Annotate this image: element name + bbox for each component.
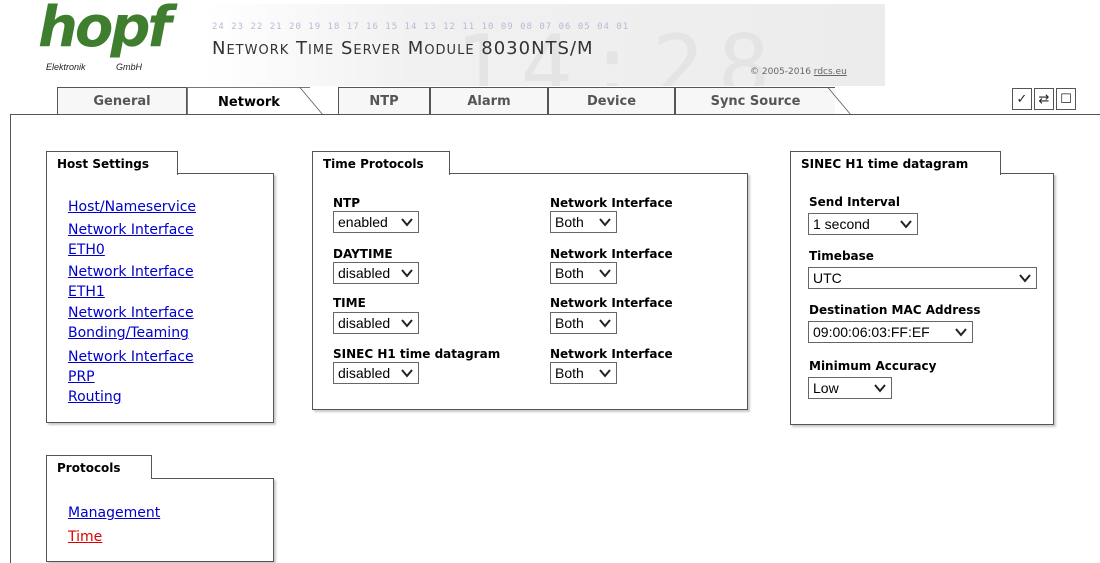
timebase-label: Timebase bbox=[809, 249, 874, 263]
header-number-row: 24 23 22 21 20 19 18 17 16 15 14 13 12 1… bbox=[212, 22, 630, 32]
chevron-down-icon bbox=[599, 218, 611, 227]
ntp-interface-label: Network Interface bbox=[550, 196, 673, 210]
save-icon[interactable]: ☐ bbox=[1056, 88, 1076, 110]
link-network-interface-bonding[interactable]: Network Interface Bonding/Teaming bbox=[68, 303, 194, 343]
sinec-interface-select[interactable]: Both bbox=[550, 362, 617, 384]
time-select[interactable]: disabled bbox=[333, 312, 419, 334]
time-interface-select[interactable]: Both bbox=[550, 312, 617, 334]
sinec-panel-title: SINEC H1 time datagram bbox=[790, 151, 1001, 175]
time-label: TIME bbox=[333, 296, 366, 310]
main-tab-bar: General Network NTP Alarm Device Sync So… bbox=[0, 86, 1100, 116]
destination-mac-label: Destination MAC Address bbox=[809, 303, 981, 317]
chevron-down-icon bbox=[401, 269, 413, 278]
chevron-down-icon bbox=[599, 369, 611, 378]
sinec-interface-label: Network Interface bbox=[550, 347, 673, 361]
tab-network[interactable]: Network bbox=[187, 87, 310, 116]
logo-subtitle-left: Elektronik bbox=[46, 62, 86, 72]
destination-mac-select-value: 09:00:06:03:FF:EF bbox=[813, 324, 930, 340]
chevron-down-icon bbox=[401, 218, 413, 227]
chevron-down-icon bbox=[955, 328, 967, 337]
daytime-label: DAYTIME bbox=[333, 247, 393, 261]
content-area: Host Settings Host/Nameservice Network I… bbox=[10, 114, 1100, 563]
daytime-select[interactable]: disabled bbox=[333, 262, 419, 284]
chevron-down-icon bbox=[599, 319, 611, 328]
chevron-down-icon bbox=[1019, 274, 1031, 283]
ntp-interface-select[interactable]: Both bbox=[550, 211, 617, 233]
chevron-down-icon bbox=[874, 384, 886, 393]
logo-wordmark: hopf bbox=[38, 0, 172, 60]
minimum-accuracy-select-value: Low bbox=[813, 380, 839, 396]
check-icon[interactable]: ✓ bbox=[1012, 88, 1032, 110]
chevron-down-icon bbox=[401, 369, 413, 378]
send-interval-select-value: 1 second bbox=[813, 216, 870, 232]
daytime-interface-label: Network Interface bbox=[550, 247, 673, 261]
copyright-notice: © 2005-2016 rdcs.eu bbox=[750, 67, 847, 77]
toolbar-buttons: ✓ ⇄ ☐ bbox=[1012, 88, 1076, 110]
daytime-select-value: disabled bbox=[338, 265, 391, 281]
send-interval-select[interactable]: 1 second bbox=[808, 213, 918, 235]
tab-ntp[interactable]: NTP bbox=[338, 87, 430, 115]
sinec-protocol-select-value: disabled bbox=[338, 365, 391, 381]
minimum-accuracy-label: Minimum Accuracy bbox=[809, 359, 937, 373]
daytime-interface-select[interactable]: Both bbox=[550, 262, 617, 284]
timebase-select-value: UTC bbox=[813, 270, 842, 286]
send-interval-label: Send Interval bbox=[809, 195, 900, 209]
destination-mac-select[interactable]: 09:00:06:03:FF:EF bbox=[808, 321, 973, 343]
chevron-down-icon bbox=[401, 319, 413, 328]
ntp-interface-select-value: Both bbox=[555, 214, 584, 230]
time-protocols-title: Time Protocols bbox=[312, 151, 450, 175]
timebase-select[interactable]: UTC bbox=[808, 267, 1037, 289]
refresh-icon[interactable]: ⇄ bbox=[1034, 88, 1054, 110]
tab-sync-source[interactable]: Sync Source bbox=[675, 87, 835, 115]
page-header: 14:28 hopf Elektronik GmbH 24 23 22 21 2… bbox=[0, 0, 1100, 90]
link-host-nameservice[interactable]: Host/Nameservice bbox=[68, 197, 196, 217]
link-routing[interactable]: Routing bbox=[68, 387, 122, 407]
ntp-label: NTP bbox=[333, 196, 361, 210]
link-network-interface-prp[interactable]: Network Interface PRP bbox=[68, 347, 194, 387]
sinec-protocol-select[interactable]: disabled bbox=[333, 362, 419, 384]
ntp-select-value: enabled bbox=[338, 214, 388, 230]
time-interface-label: Network Interface bbox=[550, 296, 673, 310]
product-title: Network Time Server Module 8030NTS/M bbox=[212, 38, 594, 59]
time-interface-select-value: Both bbox=[555, 315, 584, 331]
tab-device[interactable]: Device bbox=[548, 87, 675, 115]
hopf-logo: hopf Elektronik GmbH bbox=[38, 0, 172, 78]
copyright-link[interactable]: rdcs.eu bbox=[814, 67, 847, 77]
tab-general[interactable]: General bbox=[57, 87, 187, 115]
tab-alarm[interactable]: Alarm bbox=[430, 87, 548, 115]
chevron-down-icon bbox=[900, 220, 912, 229]
chevron-down-icon bbox=[599, 269, 611, 278]
link-network-interface-eth1[interactable]: Network Interface ETH1 bbox=[68, 262, 194, 302]
logo-subtitle-right: GmbH bbox=[116, 62, 143, 72]
minimum-accuracy-select[interactable]: Low bbox=[808, 377, 892, 399]
protocols-title: Protocols bbox=[46, 455, 152, 479]
daytime-interface-select-value: Both bbox=[555, 265, 584, 281]
host-settings-title: Host Settings bbox=[46, 151, 178, 175]
link-time[interactable]: Time bbox=[68, 527, 102, 547]
copyright-text: © 2005-2016 bbox=[750, 67, 814, 77]
time-select-value: disabled bbox=[338, 315, 391, 331]
link-management[interactable]: Management bbox=[68, 503, 160, 523]
sinec-interface-select-value: Both bbox=[555, 365, 584, 381]
sinec-protocol-label: SINEC H1 time datagram bbox=[333, 347, 501, 361]
link-network-interface-eth0[interactable]: Network Interface ETH0 bbox=[68, 220, 194, 260]
ntp-select[interactable]: enabled bbox=[333, 211, 419, 233]
